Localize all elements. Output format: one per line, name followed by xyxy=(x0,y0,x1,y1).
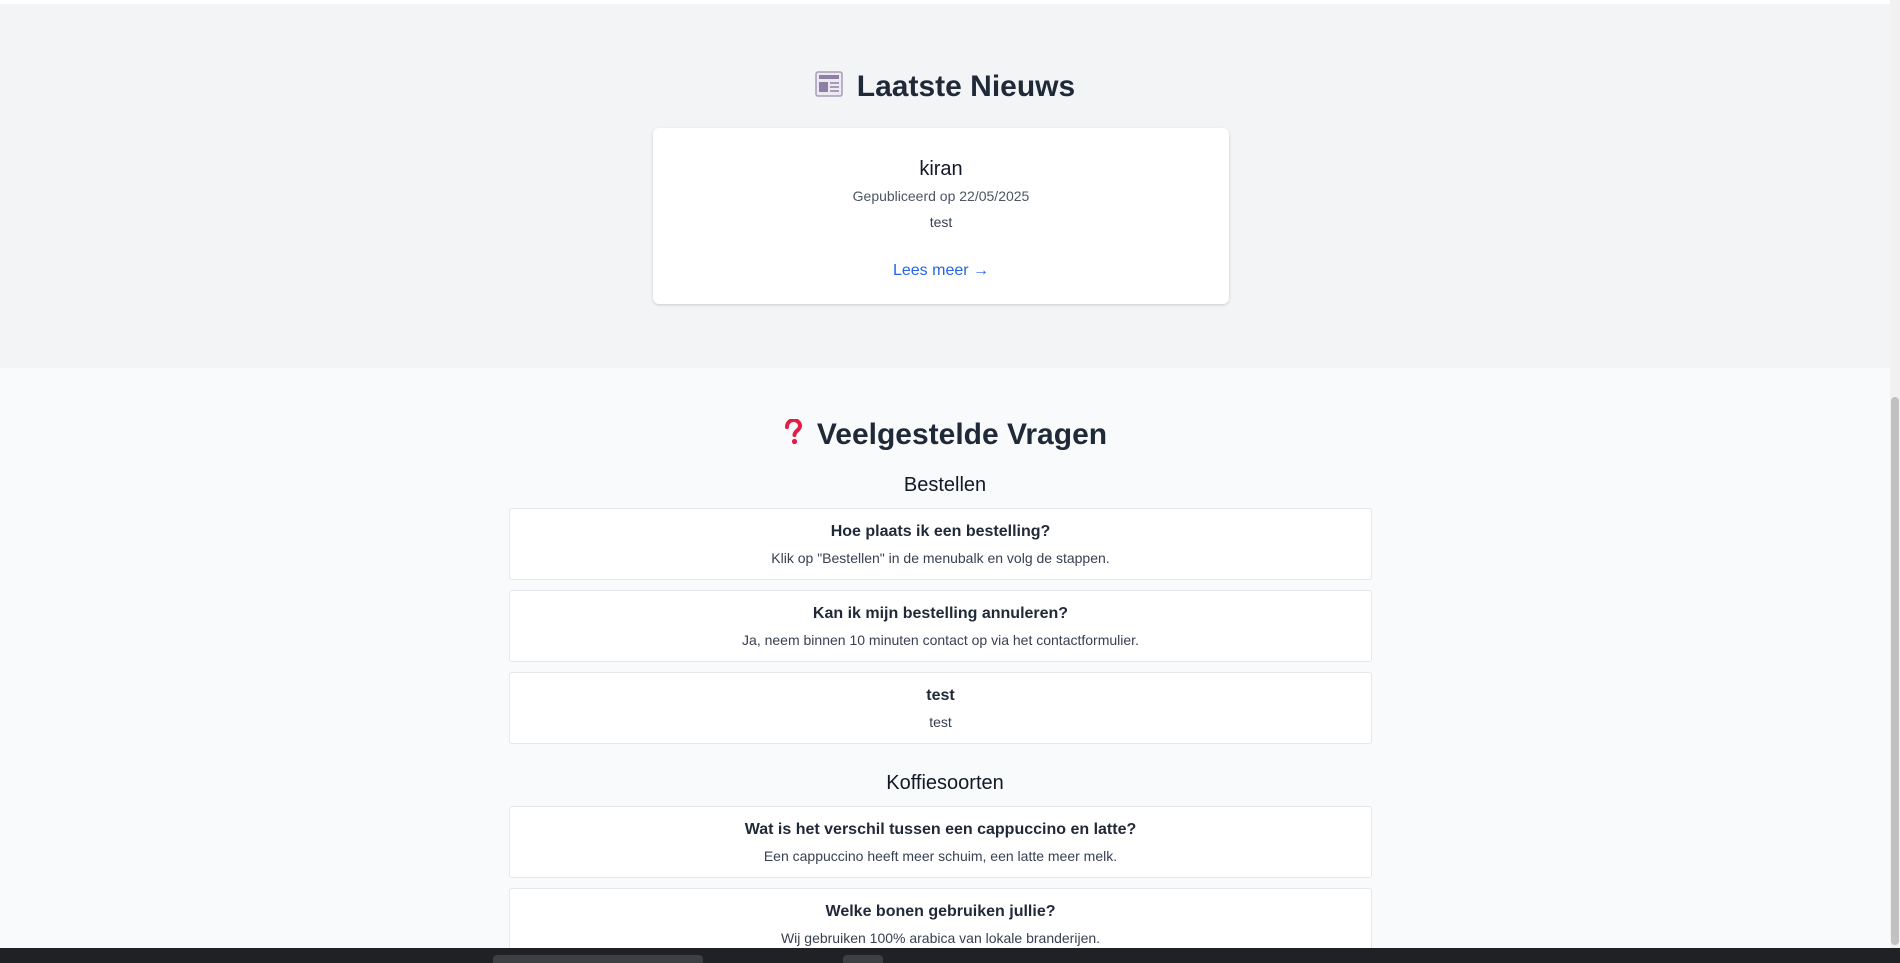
scrollbar-thumb[interactable] xyxy=(1891,397,1899,945)
taskbar-item[interactable] xyxy=(843,955,883,963)
faq-answer: Klik op "Bestellen" in de menubalk en vo… xyxy=(771,550,1110,566)
faq-answer: Wij gebruiken 100% arabica van lokale br… xyxy=(780,930,1101,946)
faq-item[interactable]: Welke bonen gebruiken jullie? Wij gebrui… xyxy=(509,888,1372,948)
question-icon xyxy=(783,418,803,453)
faq-item[interactable]: Wat is het verschil tussen een cappuccin… xyxy=(509,806,1372,878)
faq-heading: Veelgestelde Vragen xyxy=(0,418,1890,453)
news-article-body: test xyxy=(929,214,953,230)
faq-question: Kan ik mijn bestelling annuleren? xyxy=(812,605,1069,622)
news-article-title: kiran xyxy=(919,158,963,180)
news-title: Laatste Nieuws xyxy=(856,70,1076,103)
news-section: Laatste Nieuws kiran Gepubliceerd op 22/… xyxy=(0,4,1890,368)
news-article-date: Gepubliceerd op 22/05/2025 xyxy=(852,188,1030,204)
faq-category-koffiesoorten: Koffiesoorten xyxy=(886,772,1004,794)
page-viewport: Laatste Nieuws kiran Gepubliceerd op 22/… xyxy=(0,0,1890,948)
faq-answer: Een cappuccino heeft meer schuim, een la… xyxy=(763,848,1118,864)
faq-item[interactable]: Hoe plaats ik een bestelling? Klik op "B… xyxy=(509,508,1372,580)
faq-item[interactable]: test test xyxy=(509,672,1372,744)
news-card: kiran Gepubliceerd op 22/05/2025 test Le… xyxy=(653,128,1229,304)
faq-category-bestellen: Bestellen xyxy=(903,474,987,496)
faq-item[interactable]: Kan ik mijn bestelling annuleren? Ja, ne… xyxy=(509,590,1372,662)
taskbar xyxy=(0,948,1900,963)
newspaper-icon xyxy=(815,71,843,105)
faq-question: test xyxy=(926,687,955,704)
read-more-link[interactable]: Lees meer → xyxy=(653,262,1229,280)
faq-question: Welke bonen gebruiken jullie? xyxy=(825,903,1056,920)
faq-question: Hoe plaats ik een bestelling? xyxy=(830,523,1051,540)
faq-answer: test xyxy=(929,714,952,730)
taskbar-item[interactable] xyxy=(493,955,703,963)
faq-section: Veelgestelde Vragen Bestellen Hoe plaats… xyxy=(0,368,1890,948)
faq-title: Veelgestelde Vragen xyxy=(816,418,1108,451)
faq-answer: Ja, neem binnen 10 minuten contact op vi… xyxy=(742,632,1139,648)
news-heading: Laatste Nieuws xyxy=(0,70,1890,105)
faq-question: Wat is het verschil tussen een cappuccin… xyxy=(744,821,1137,838)
